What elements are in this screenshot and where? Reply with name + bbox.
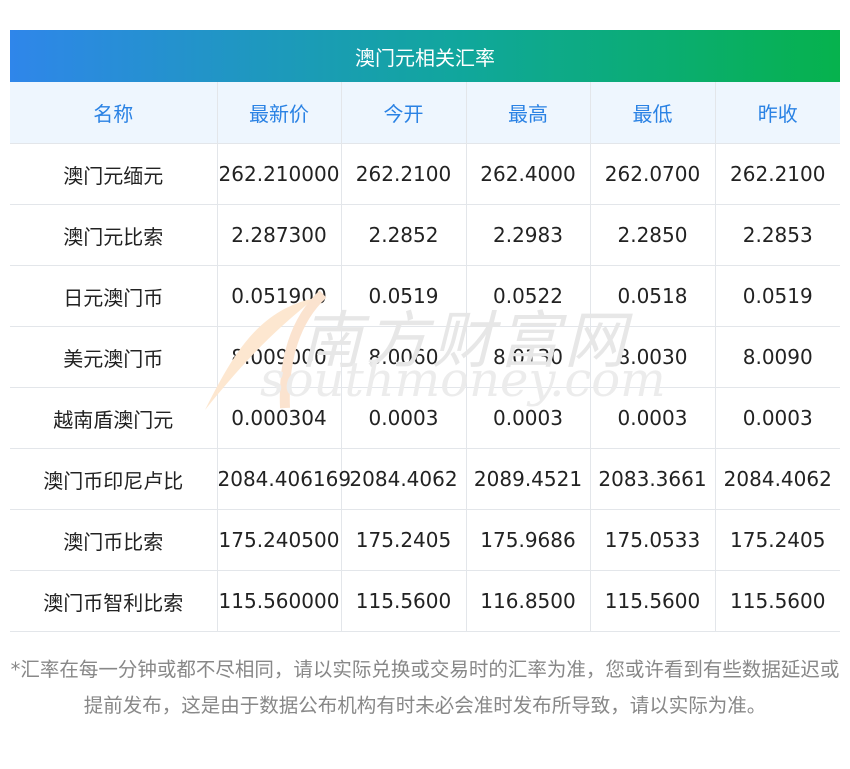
exchange-rate-card: 澳门元相关汇率 名称 最新价 今开 最高 最低 昨收 澳门元缅元 262.210… xyxy=(10,30,840,632)
prev-close-price: 0.0003 xyxy=(715,387,840,449)
header-latest: 最新价 xyxy=(217,82,342,144)
table-row[interactable]: 澳门币智利比索 115.560000 115.5600 116.8500 115… xyxy=(10,570,840,632)
table-row[interactable]: 澳门币比索 175.240500 175.2405 175.9686 175.0… xyxy=(10,509,840,571)
pair-name[interactable]: 日元澳门币 xyxy=(10,265,218,327)
header-low: 最低 xyxy=(590,82,716,144)
exchange-rate-table: 名称 最新价 今开 最高 最低 昨收 澳门元缅元 262.210000 262.… xyxy=(10,82,840,632)
latest-price: 2.287300 xyxy=(217,204,342,266)
table-row[interactable]: 越南盾澳门元 0.000304 0.0003 0.0003 0.0003 0.0… xyxy=(10,387,840,449)
high-price: 8.0130 xyxy=(466,326,591,388)
prev-close-price: 175.2405 xyxy=(715,509,840,571)
prev-close-price: 115.5600 xyxy=(715,570,840,632)
high-price: 116.8500 xyxy=(466,570,591,632)
table-row[interactable]: 澳门元比索 2.287300 2.2852 2.2983 2.2850 2.28… xyxy=(10,204,840,266)
high-price: 0.0522 xyxy=(466,265,591,327)
latest-price: 175.240500 xyxy=(217,509,342,571)
open-price: 8.0060 xyxy=(341,326,467,388)
table-row[interactable]: 日元澳门币 0.051900 0.0519 0.0522 0.0518 0.05… xyxy=(10,265,840,327)
open-price: 175.2405 xyxy=(341,509,467,571)
table-row[interactable]: 澳门币印尼卢比 2084.406169 2084.4062 2089.4521 … xyxy=(10,448,840,510)
low-price: 175.0533 xyxy=(590,509,716,571)
latest-price: 8.009000 xyxy=(217,326,342,388)
prev-close-price: 262.2100 xyxy=(715,143,840,205)
low-price: 2083.3661 xyxy=(590,448,716,510)
open-price: 0.0003 xyxy=(341,387,467,449)
header-prev-close: 昨收 xyxy=(715,82,840,144)
open-price: 2.2852 xyxy=(341,204,467,266)
low-price: 8.0030 xyxy=(590,326,716,388)
prev-close-price: 8.0090 xyxy=(715,326,840,388)
open-price: 2084.4062 xyxy=(341,448,467,510)
pair-name[interactable]: 澳门币智利比索 xyxy=(10,570,218,632)
table-header-row: 名称 最新价 今开 最高 最低 昨收 xyxy=(10,82,840,144)
pair-name[interactable]: 澳门元缅元 xyxy=(10,143,218,205)
latest-price: 262.210000 xyxy=(217,143,342,205)
table-row[interactable]: 澳门元缅元 262.210000 262.2100 262.4000 262.0… xyxy=(10,143,840,205)
latest-price: 0.000304 xyxy=(217,387,342,449)
low-price: 0.0003 xyxy=(590,387,716,449)
low-price: 262.0700 xyxy=(590,143,716,205)
latest-price: 115.560000 xyxy=(217,570,342,632)
high-price: 0.0003 xyxy=(466,387,591,449)
pair-name[interactable]: 澳门元比索 xyxy=(10,204,218,266)
pair-name[interactable]: 美元澳门币 xyxy=(10,326,218,388)
header-open: 今开 xyxy=(341,82,467,144)
prev-close-price: 2.2853 xyxy=(715,204,840,266)
high-price: 2089.4521 xyxy=(466,448,591,510)
open-price: 115.5600 xyxy=(341,570,467,632)
prev-close-price: 0.0519 xyxy=(715,265,840,327)
high-price: 175.9686 xyxy=(466,509,591,571)
latest-price: 0.051900 xyxy=(217,265,342,327)
low-price: 2.2850 xyxy=(590,204,716,266)
open-price: 262.2100 xyxy=(341,143,467,205)
prev-close-price: 2084.4062 xyxy=(715,448,840,510)
low-price: 0.0518 xyxy=(590,265,716,327)
pair-name[interactable]: 越南盾澳门元 xyxy=(10,387,218,449)
pair-name[interactable]: 澳门币印尼卢比 xyxy=(10,448,218,510)
high-price: 2.2983 xyxy=(466,204,591,266)
high-price: 262.4000 xyxy=(466,143,591,205)
table-row[interactable]: 美元澳门币 8.009000 8.0060 8.0130 8.0030 8.00… xyxy=(10,326,840,388)
latest-price: 2084.406169 xyxy=(217,448,351,510)
pair-name[interactable]: 澳门币比索 xyxy=(10,509,218,571)
low-price: 115.5600 xyxy=(590,570,716,632)
open-price: 0.0519 xyxy=(341,265,467,327)
header-name: 名称 xyxy=(10,82,218,144)
header-high: 最高 xyxy=(466,82,591,144)
disclaimer-text: *汇率在每一分钟或都不尽相同，请以实际兑换或交易时的汇率为准，您或许看到有些数据… xyxy=(10,658,840,717)
table-title: 澳门元相关汇率 xyxy=(10,30,840,82)
